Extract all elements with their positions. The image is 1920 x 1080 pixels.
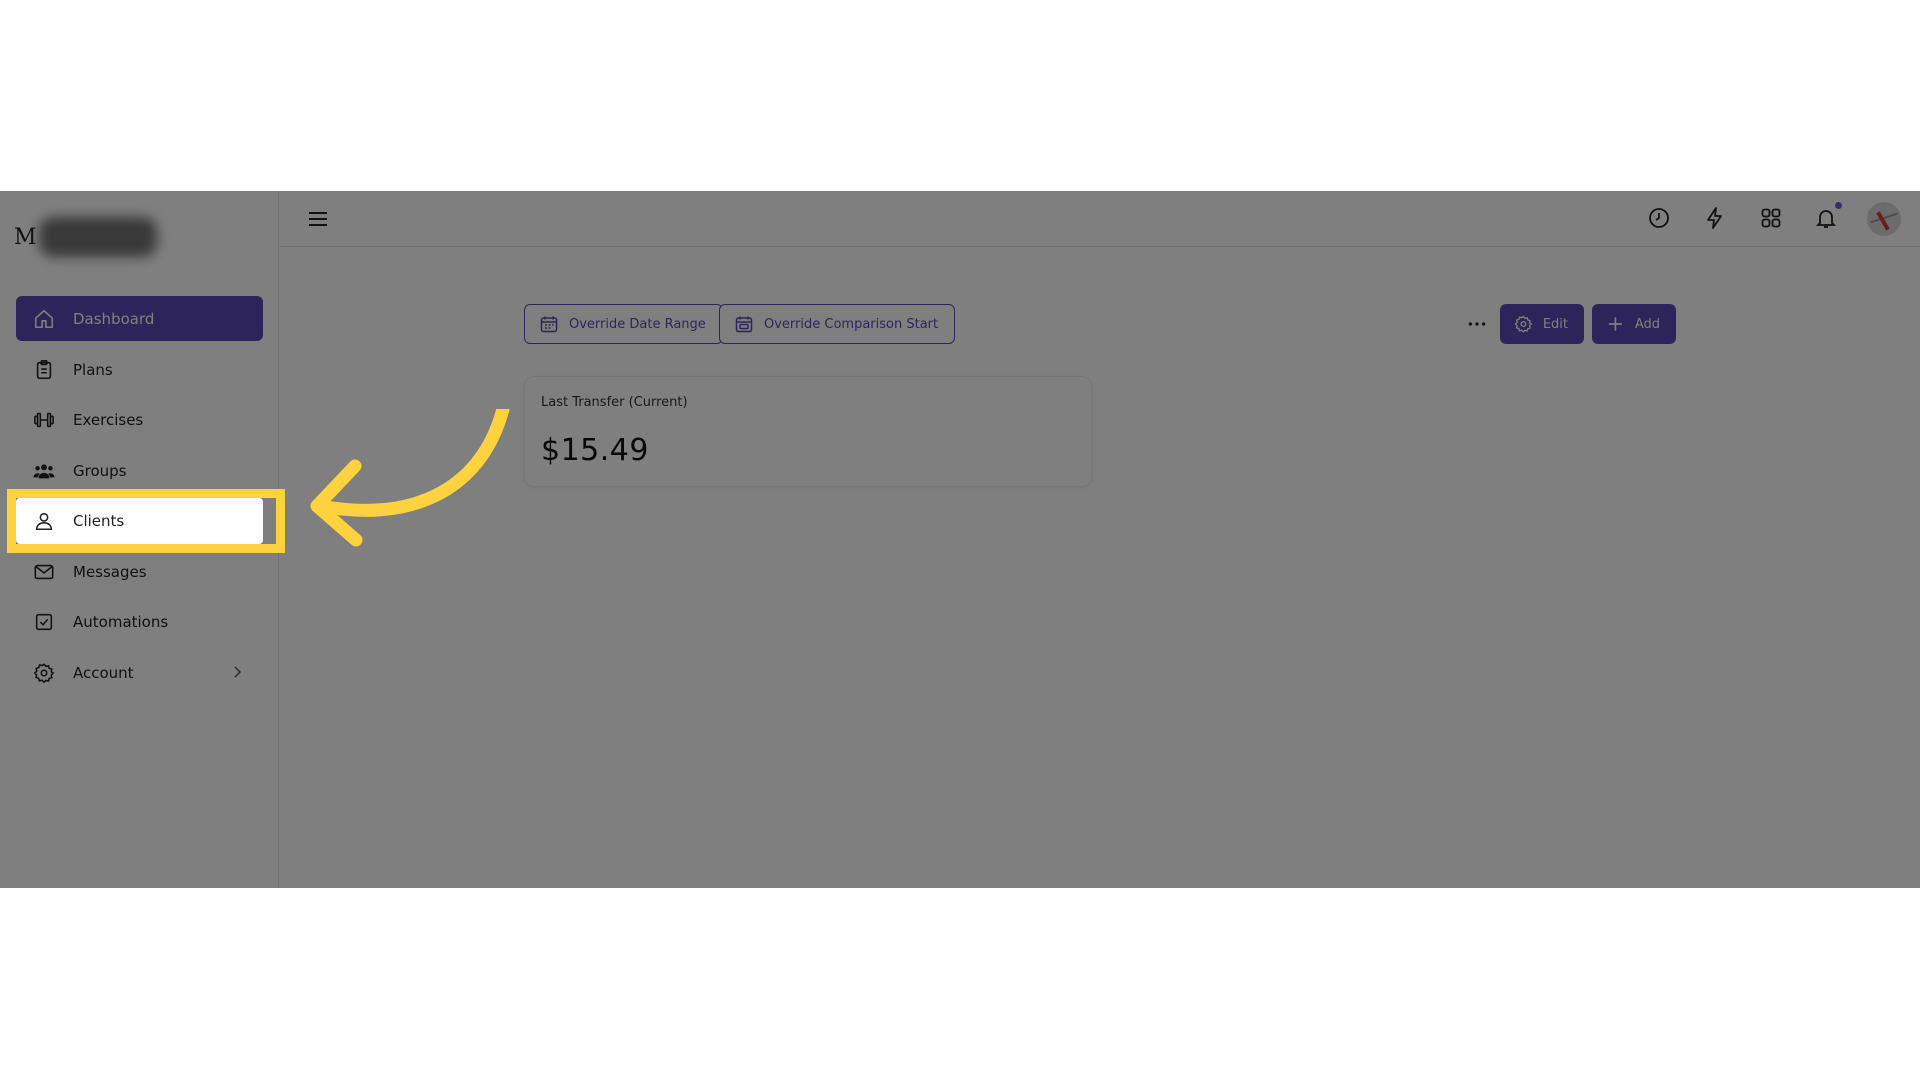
home-icon — [32, 307, 56, 331]
gear-icon — [32, 661, 56, 685]
dumbbell-icon — [32, 408, 56, 432]
clipboard-icon — [32, 358, 56, 382]
card-value: $15.49 — [541, 433, 649, 468]
sidebar-item-clients[interactable]: Clients — [16, 498, 263, 544]
sidebar-item-label: Messages — [73, 562, 147, 581]
sidebar-item-dashboard[interactable]: Dashboard — [16, 296, 263, 341]
menu-icon[interactable] — [305, 206, 331, 232]
check-square-icon — [32, 610, 56, 634]
logo-letter: M — [14, 224, 37, 250]
sidebar-item-automations[interactable]: Automations — [16, 600, 263, 644]
add-label: Add — [1634, 316, 1660, 332]
plus-icon — [1608, 317, 1623, 331]
main-content: Override Date Range Override Comparison … — [279, 247, 1920, 888]
sidebar-item-label: Dashboard — [73, 309, 155, 328]
sidebar-item-account[interactable]: Account — [16, 651, 263, 695]
clock-icon[interactable] — [1647, 206, 1673, 232]
sidebar-item-messages[interactable]: Messages — [16, 550, 263, 594]
sidebar-item-exercises[interactable]: Exercises — [16, 398, 263, 442]
override-date-range-button[interactable]: Override Date Range — [524, 304, 723, 344]
mail-icon — [32, 560, 56, 584]
edit-label: Edit — [1542, 316, 1568, 332]
more-options-icon[interactable] — [1461, 309, 1493, 339]
notification-dot — [1835, 202, 1842, 209]
user-icon — [32, 509, 56, 533]
override-date-range-label: Override Date Range — [569, 316, 706, 332]
sidebar-item-label: Clients — [73, 512, 125, 530]
sidebar-item-label: Account — [73, 663, 134, 682]
sidebar-item-groups[interactable]: Groups — [16, 449, 263, 493]
logo-blurred-mark — [38, 217, 157, 257]
override-comparison-start-label: Override Comparison Start — [764, 316, 939, 332]
chevron-right-icon — [234, 665, 242, 678]
sidebar-item-label: Groups — [73, 461, 127, 480]
bell-icon[interactable] — [1814, 202, 1842, 232]
gear-icon — [1514, 315, 1533, 333]
sidebar-item-label: Exercises — [73, 411, 144, 429]
card-title: Last Transfer (Current) — [541, 395, 688, 410]
grid-icon[interactable] — [1759, 206, 1785, 232]
top-bar — [279, 191, 1920, 247]
avatar[interactable] — [1867, 202, 1901, 236]
override-comparison-start-button[interactable]: Override Comparison Start — [719, 304, 956, 344]
last-transfer-card: Last Transfer (Current) $15.49 — [524, 376, 1092, 487]
app-window: M Dashboard Plans Exercises Groups Messa… — [0, 191, 1920, 888]
edit-button[interactable]: Edit — [1500, 304, 1584, 344]
sidebar-item-plans[interactable]: Plans — [16, 348, 263, 392]
sidebar-item-label: Plans — [73, 360, 113, 379]
lightning-icon[interactable] — [1703, 206, 1729, 232]
calendar-icon — [540, 316, 558, 333]
logo[interactable]: M — [14, 215, 164, 259]
users-icon — [32, 459, 56, 483]
sidebar-item-label: Automations — [73, 613, 169, 631]
calendar-icon — [735, 316, 753, 333]
add-button[interactable]: Add — [1592, 304, 1676, 344]
